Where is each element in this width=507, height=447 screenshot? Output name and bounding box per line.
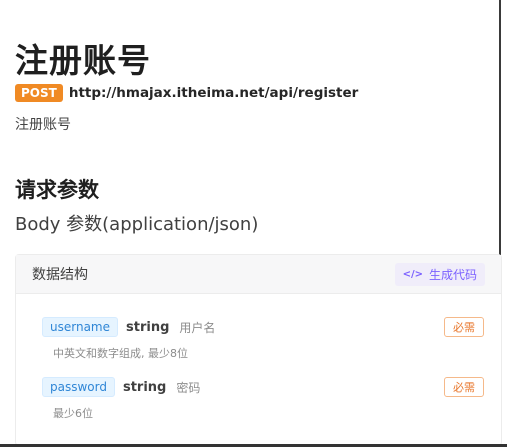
field-type: string (122, 379, 167, 395)
required-badge: 必需 (444, 377, 484, 397)
generate-code-button[interactable]: </> 生成代码 (394, 262, 485, 286)
field-description: 最少6位 (53, 407, 93, 420)
schema-field-password: password string 密码 必需 最少6位 (42, 377, 502, 421)
field-name[interactable]: username (42, 317, 118, 337)
method-badge: POST (15, 84, 63, 102)
field-description: 中英文和数字组成, 最少8位 (53, 347, 188, 360)
endpoint-line: POST http://hmajax.itheima.net/api/regis… (15, 84, 358, 102)
field-type: string (126, 319, 170, 335)
generate-code-label: 生成代码 (428, 267, 477, 282)
field-title: 用户名 (179, 320, 216, 335)
schema-header: 数据结构 </> 生成代码 (16, 255, 501, 294)
body-params-heading: Body 参数(application/json) (15, 214, 259, 235)
page-title: 注册账号 (15, 41, 151, 81)
schema-card: 数据结构 </> 生成代码 username string 用户名 必需 中英文… (15, 254, 502, 446)
endpoint-url[interactable]: http://hmajax.itheima.net/api/register (69, 85, 358, 101)
required-badge: 必需 (444, 317, 484, 337)
field-title: 密码 (176, 380, 201, 395)
field-name[interactable]: password (42, 377, 115, 397)
endpoint-description: 注册账号 (15, 117, 71, 133)
request-params-heading: 请求参数 (15, 178, 99, 202)
schema-label: 数据结构 (32, 267, 88, 283)
schema-field-username: username string 用户名 必需 中英文和数字组成, 最少8位 (42, 317, 502, 361)
code-icon: </> (402, 268, 423, 280)
